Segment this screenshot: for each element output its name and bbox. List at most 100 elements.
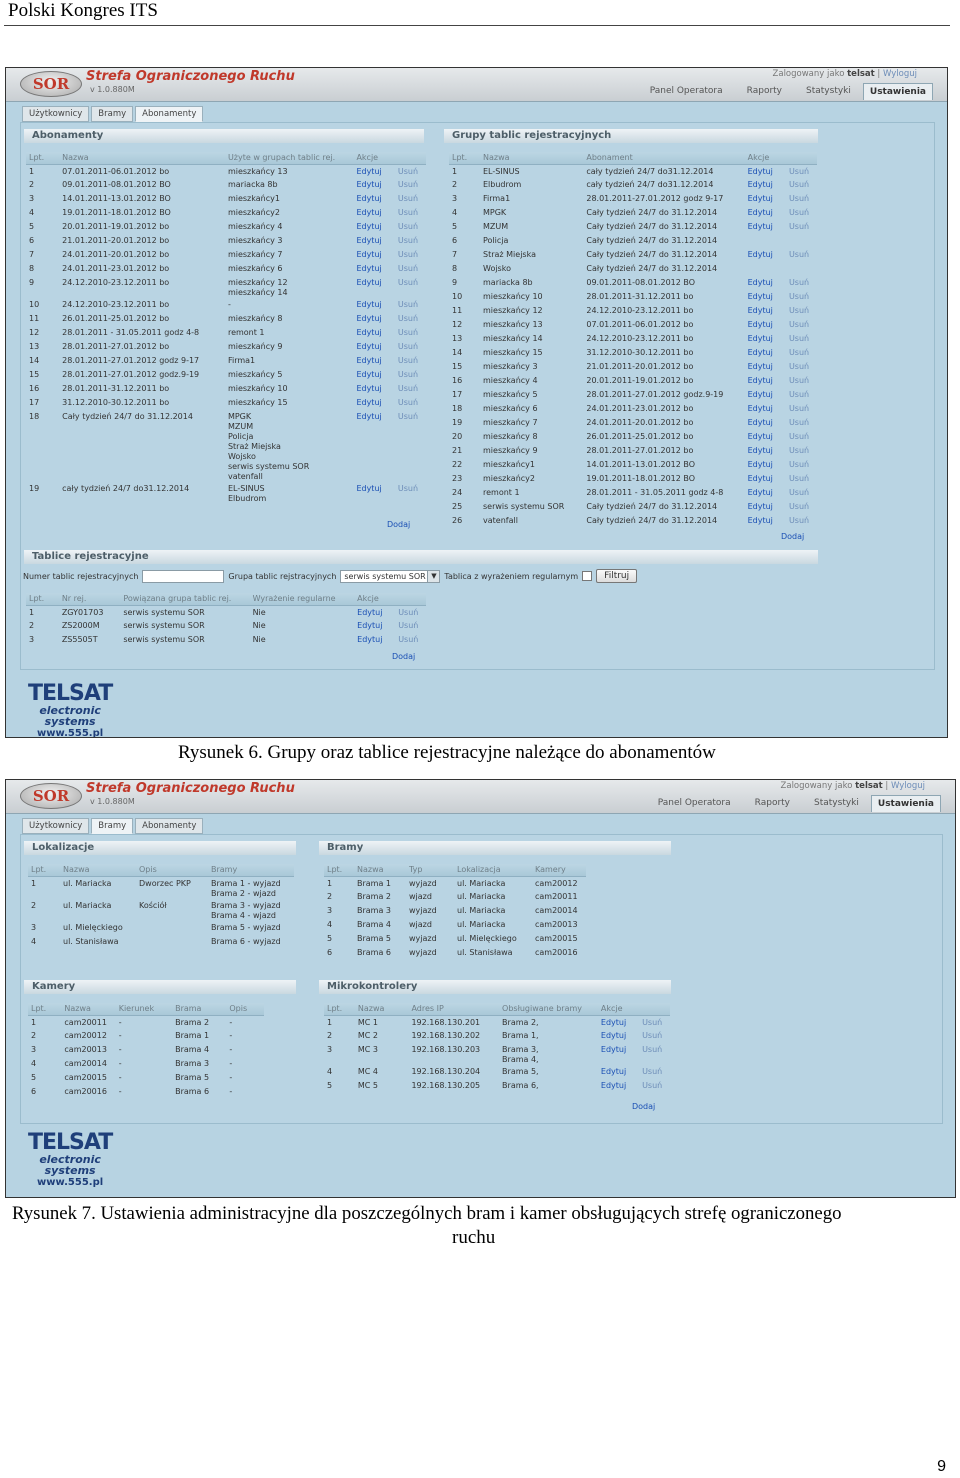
edit-link[interactable]: Edytuj <box>745 444 786 458</box>
logout-link[interactable]: Wyloguj <box>891 781 925 791</box>
menu-statystyki[interactable]: Statystyki <box>794 83 863 100</box>
delete-link[interactable]: Usuń <box>395 298 426 312</box>
edit-link[interactable]: Edytuj <box>598 1079 639 1093</box>
edit-link[interactable]: Edytuj <box>353 220 394 234</box>
edit-link[interactable]: Edytuj <box>745 206 786 220</box>
delete-link[interactable]: Usuń <box>786 248 817 262</box>
edit-link[interactable]: Edytuj <box>353 368 394 382</box>
edit-link[interactable]: Edytuj <box>598 1015 639 1029</box>
menu-panel-operatora[interactable]: Panel Operatora <box>646 795 743 812</box>
delete-link[interactable]: Usuń <box>786 444 817 458</box>
edit-link[interactable]: Edytuj <box>598 1029 639 1043</box>
tab-bramy[interactable]: Bramy <box>91 818 134 834</box>
edit-link[interactable]: Edytuj <box>353 396 394 410</box>
delete-link[interactable]: Usuń <box>786 206 817 220</box>
regex-checkbox[interactable] <box>582 571 593 581</box>
delete-link[interactable]: Usuń <box>395 605 426 619</box>
delete-link[interactable]: Usuń <box>395 382 426 396</box>
delete-link[interactable]: Usuń <box>395 368 426 382</box>
edit-link[interactable]: Edytuj <box>354 633 395 647</box>
delete-link[interactable]: Usuń <box>786 374 817 388</box>
menu-ustawienia[interactable]: Ustawienia <box>870 795 941 812</box>
logout-link[interactable]: Wyloguj <box>883 69 917 79</box>
edit-link[interactable]: Edytuj <box>745 430 786 444</box>
delete-link[interactable]: Usuń <box>786 276 817 290</box>
delete-link[interactable]: Usuń <box>786 192 817 206</box>
delete-link[interactable]: Usuń <box>786 388 817 402</box>
edit-link[interactable]: Edytuj <box>353 410 394 482</box>
delete-link[interactable]: Usuń <box>786 430 817 444</box>
edit-link[interactable]: Edytuj <box>353 382 394 396</box>
filter-button[interactable]: Filtruj <box>596 569 638 583</box>
edit-link[interactable]: Edytuj <box>745 304 786 318</box>
grupy-add-link[interactable]: Dodaj <box>781 532 804 541</box>
delete-link[interactable]: Usuń <box>395 326 426 340</box>
delete-link[interactable]: Usuń <box>786 290 817 304</box>
tablice-add-link[interactable]: Dodaj <box>392 652 415 661</box>
menu-raporty[interactable]: Raporty <box>735 83 794 100</box>
edit-link[interactable]: Edytuj <box>598 1065 639 1079</box>
edit-link[interactable]: Edytuj <box>745 290 786 304</box>
delete-link[interactable]: Usuń <box>786 332 817 346</box>
edit-link[interactable]: Edytuj <box>745 402 786 416</box>
delete-link[interactable]: Usuń <box>786 304 817 318</box>
tab-abonamenty[interactable]: Abonamenty <box>135 106 204 122</box>
delete-link[interactable]: Usuń <box>395 234 426 248</box>
delete-link[interactable]: Usuń <box>395 276 426 298</box>
edit-link[interactable]: Edytuj <box>745 458 786 472</box>
edit-link[interactable]: Edytuj <box>745 514 786 528</box>
edit-link[interactable]: Edytuj <box>745 472 786 486</box>
delete-link[interactable]: Usuń <box>395 396 426 410</box>
tab-bramy[interactable]: Bramy <box>91 106 134 122</box>
edit-link[interactable]: Edytuj <box>354 605 395 619</box>
delete-link[interactable]: Usuń <box>786 458 817 472</box>
delete-link[interactable]: Usuń <box>786 360 817 374</box>
edit-link[interactable]: Edytuj <box>353 298 394 312</box>
edit-link[interactable]: Edytuj <box>598 1043 639 1065</box>
delete-link[interactable]: Usuń <box>395 312 426 326</box>
delete-link[interactable]: Usuń <box>639 1029 670 1043</box>
edit-link[interactable]: Edytuj <box>353 164 394 178</box>
delete-link[interactable]: Usuń <box>786 472 817 486</box>
edit-link[interactable]: Edytuj <box>745 360 786 374</box>
delete-link[interactable]: Usuń <box>395 482 426 504</box>
edit-link[interactable]: Edytuj <box>353 206 394 220</box>
delete-link[interactable]: Usuń <box>395 262 426 276</box>
edit-link[interactable]: Edytuj <box>745 178 786 192</box>
menu-raporty[interactable]: Raporty <box>743 795 802 812</box>
edit-link[interactable]: Edytuj <box>745 248 786 262</box>
delete-link[interactable]: Usuń <box>786 346 817 360</box>
delete-link[interactable]: Usuń <box>395 354 426 368</box>
edit-link[interactable]: Edytuj <box>745 374 786 388</box>
edit-link[interactable]: Edytuj <box>353 178 394 192</box>
delete-link[interactable]: Usuń <box>395 410 426 482</box>
delete-link[interactable]: Usuń <box>395 633 426 647</box>
delete-link[interactable]: Usuń <box>639 1065 670 1079</box>
edit-link[interactable]: Edytuj <box>745 486 786 500</box>
delete-link[interactable]: Usuń <box>786 178 817 192</box>
tab-uzytkownicy[interactable]: Użytkownicy <box>22 106 90 122</box>
delete-link[interactable]: Usuń <box>395 619 426 633</box>
delete-link[interactable]: Usuń <box>786 318 817 332</box>
delete-link[interactable]: Usuń <box>395 178 426 192</box>
tab-abonamenty[interactable]: Abonamenty <box>135 818 204 834</box>
delete-link[interactable]: Usuń <box>786 416 817 430</box>
delete-link[interactable]: Usuń <box>395 192 426 206</box>
delete-link[interactable]: Usuń <box>786 486 817 500</box>
delete-link[interactable]: Usuń <box>395 248 426 262</box>
edit-link[interactable]: Edytuj <box>353 340 394 354</box>
delete-link[interactable]: Usuń <box>786 500 817 514</box>
edit-link[interactable]: Edytuj <box>353 326 394 340</box>
edit-link[interactable]: Edytuj <box>353 482 394 504</box>
menu-panel-operatora[interactable]: Panel Operatora <box>638 83 735 100</box>
delete-link[interactable]: Usuń <box>639 1079 670 1093</box>
edit-link[interactable]: Edytuj <box>745 220 786 234</box>
edit-link[interactable]: Edytuj <box>745 346 786 360</box>
delete-link[interactable]: Usuń <box>395 164 426 178</box>
edit-link[interactable]: Edytuj <box>353 262 394 276</box>
edit-link[interactable]: Edytuj <box>353 248 394 262</box>
edit-link[interactable]: Edytuj <box>353 234 394 248</box>
edit-link[interactable]: Edytuj <box>745 500 786 514</box>
tab-uzytkownicy[interactable]: Użytkownicy <box>22 818 90 834</box>
delete-link[interactable]: Usuń <box>395 340 426 354</box>
